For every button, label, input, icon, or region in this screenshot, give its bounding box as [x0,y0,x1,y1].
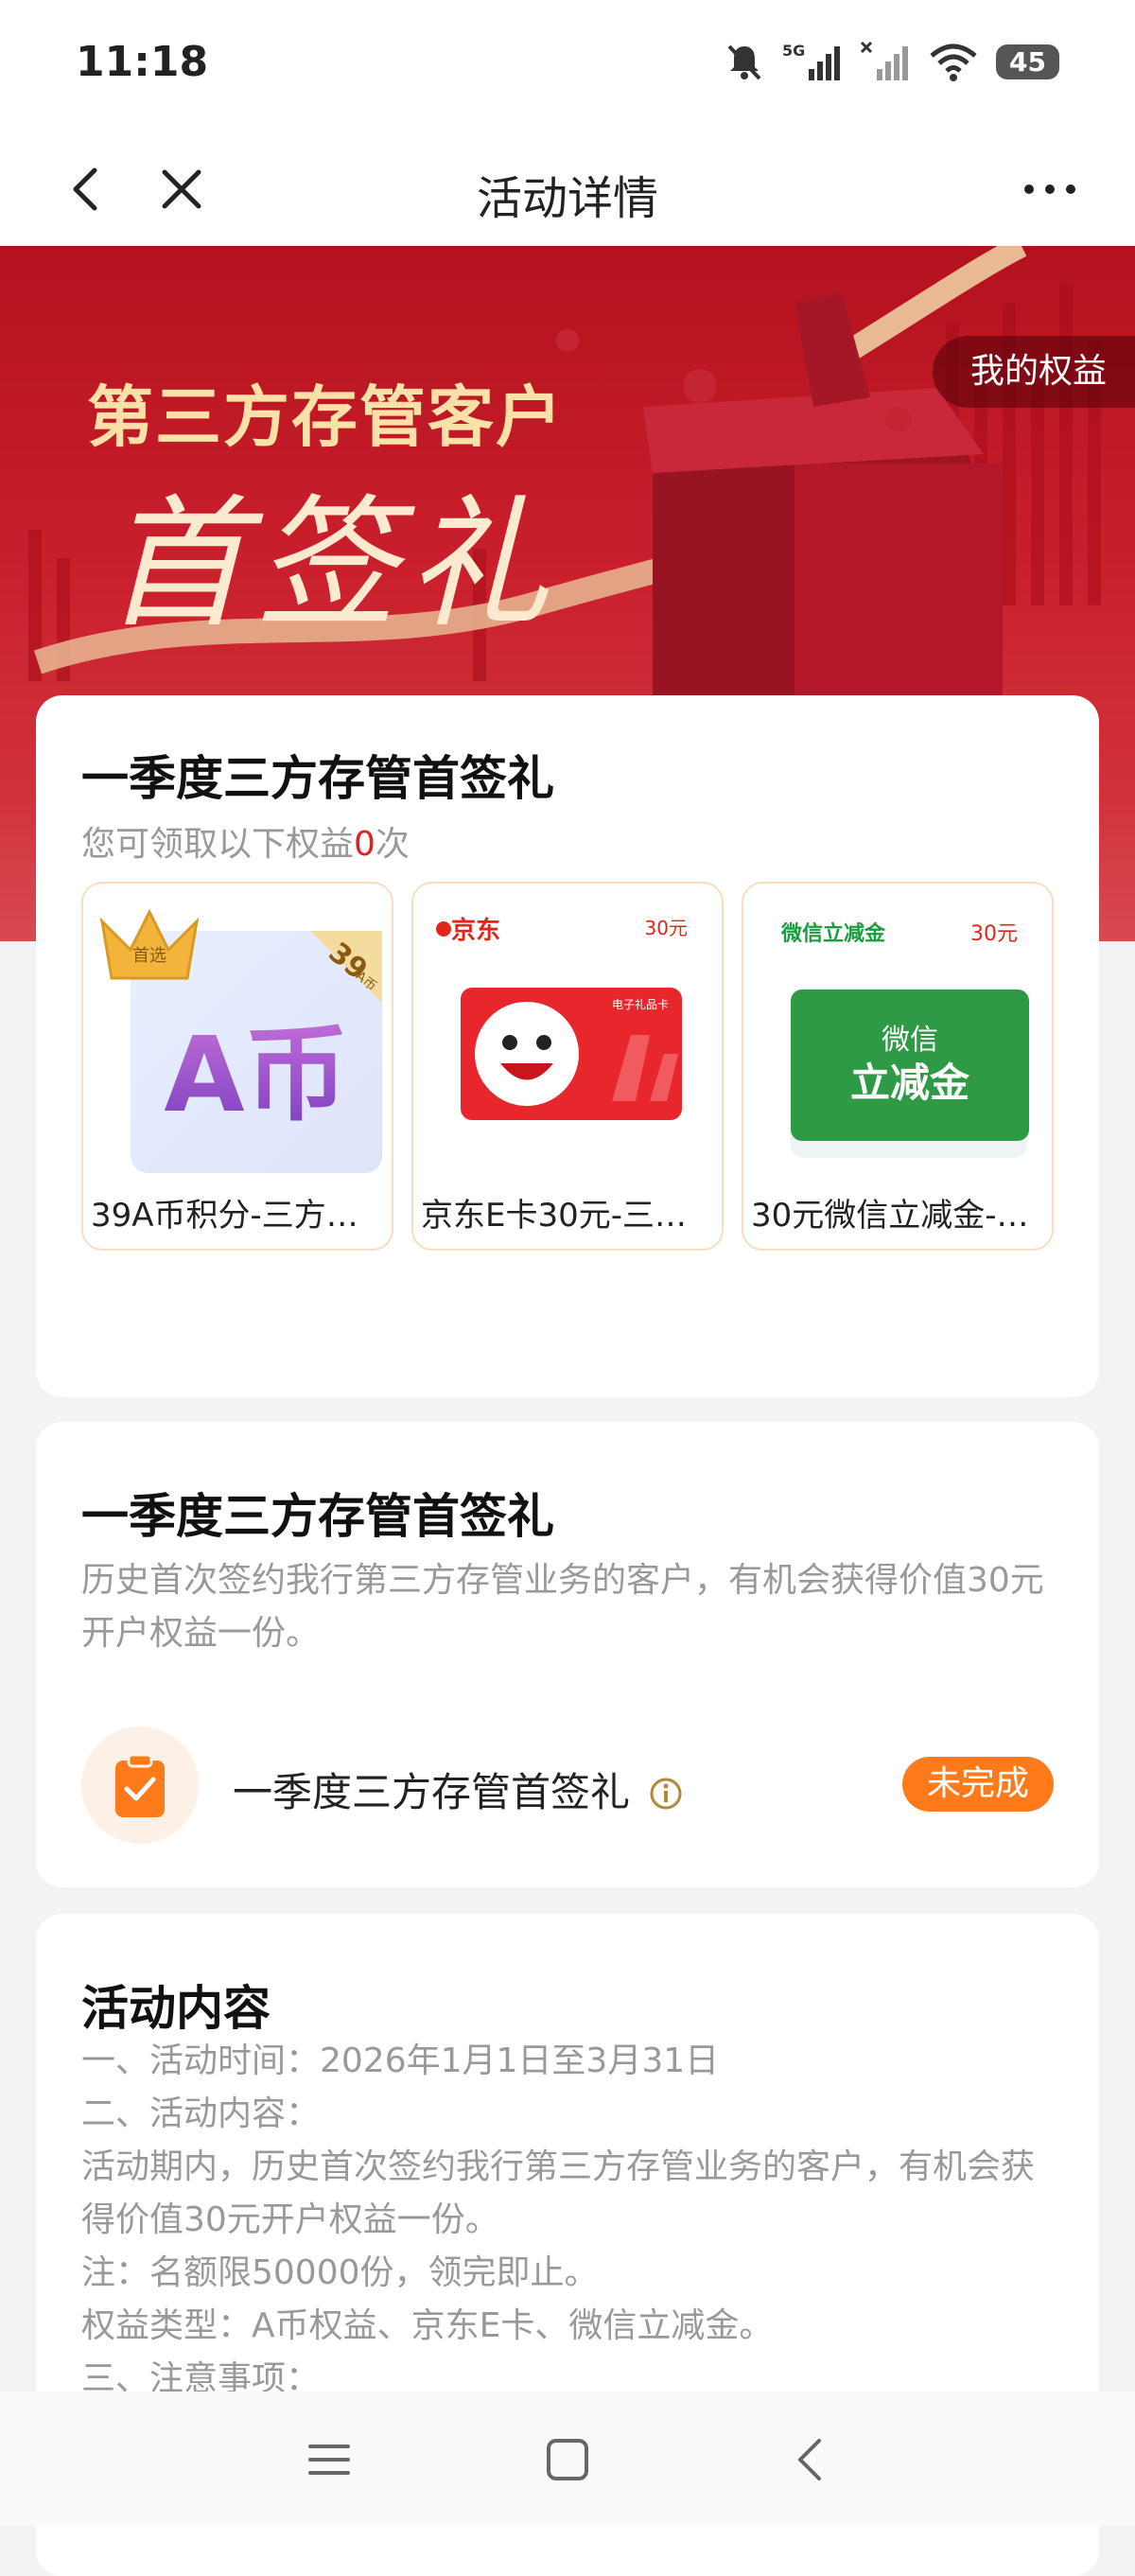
page-title: 活动详情 [476,172,658,225]
home-icon[interactable] [541,2433,594,2486]
reward-item-jd-ecard[interactable]: 京东 30元 电子礼品卡 京东E卡30元-三方… [411,882,724,1251]
svg-text:30元: 30元 [645,917,688,939]
reward-label: 39A币积分-三方存管 [91,1197,384,1235]
reward-list: 首选 39 A币 A币 39A币积分-三方存管 京东 30元 电子礼品卡 京东E… [81,882,1054,1251]
svg-text:电子礼品卡: 电子礼品卡 [612,997,669,1011]
content-line: 二、活动内容： [81,2094,321,2133]
menu-icon[interactable] [303,2433,356,2486]
task-card-description: 历史首次签约我行第三方存管业务的客户，有机会获得价值30元开户权益一份。 [81,1561,1044,1653]
svg-text:京东: 京东 [451,916,500,945]
system-navigation-bar [0,2392,1135,2526]
reward-label: 京东E卡30元-三方… [421,1197,714,1235]
svg-text:A币: A币 [164,1014,348,1135]
svg-text:首选: 首选 [132,946,166,966]
wifi-icon [930,44,977,81]
mute-bell-icon [727,44,761,80]
wechat-coupon-image: 微信立减金 30元 微信 立减金 [780,921,1029,1158]
status-time: 11:18 [76,38,209,86]
task-icon-wrap [81,1726,199,1844]
signal-no-service-icon [860,41,909,80]
reward-item-wechat-coupon[interactable]: 微信立减金 30元 微信 立减金 30元微信立减金-… [742,882,1054,1251]
task-card-title: 一季度三方存管首签礼 [81,1489,554,1544]
signal-5g-icon: 5G [782,42,841,80]
info-icon[interactable] [648,1776,684,1812]
rewards-card-title: 一季度三方存管首签礼 [81,751,554,806]
status-icons: 5G 45 [724,38,1059,85]
activity-content-body: 一、活动时间：2026年1月1日至3月31日 二、活动内容： 活动期内，历史首次… [81,2035,1054,2406]
jd-ecard-image: 京东 30元 电子礼品卡 [436,916,688,1120]
top-nav-bar: 活动详情 [0,132,1135,246]
status-bar: 11:18 5G 45 [0,0,1135,132]
my-benefits-button[interactable]: 我的权益 [932,336,1135,408]
content-line: 活动期内，历史首次签约我行第三方存管业务的客户，有机会获得价值30元开户权益一份… [81,2147,1036,2239]
banner-main-title: 首签礼 [104,482,559,647]
rewards-remaining-text: 您可领取以下权益0次 [81,825,410,864]
a-coin-image: 首选 39 A币 A币 [99,908,382,1173]
more-options-icon[interactable] [1012,159,1088,219]
activity-content-title: 活动内容 [81,1981,271,2036]
clipboard-check-icon [115,1753,165,1817]
svg-text:30元: 30元 [970,922,1018,946]
content-line: 权益类型：A币权益、京东E卡、微信立减金。 [81,2306,774,2345]
banner-subtitle: 第三方存管客户 [87,378,564,456]
task-name: 一季度三方存管首签礼 [233,1761,684,1818]
task-item[interactable]: 一季度三方存管首签礼 未完成 [81,1726,1054,1844]
rewards-card: 一季度三方存管首签礼 您可领取以下权益0次 首选 39 A币 A币 39A币积分… [36,695,1099,1397]
back-icon[interactable] [785,2433,838,2486]
reward-label: 30元微信立减金-… [751,1197,1029,1235]
svg-text:微信立减金: 微信立减金 [780,921,886,946]
content-line: 一、活动时间：2026年1月1日至3月31日 [81,2042,720,2080]
svg-text:微信: 微信 [882,1024,938,1057]
rewards-remaining-count: 0 [354,825,375,864]
battery-indicator: 45 [996,44,1059,79]
svg-text:5G: 5G [782,42,805,60]
task-status-badge: 未完成 [901,1757,1054,1812]
content-line: 注：名额限50000份，领完即止。 [81,2253,599,2292]
task-card: 一季度三方存管首签礼 历史首次签约我行第三方存管业务的客户，有机会获得价值30元… [36,1422,1099,1887]
svg-text:立减金: 立减金 [850,1060,970,1106]
reward-item-a-coin[interactable]: 首选 39 A币 A币 39A币积分-三方存管 [81,882,393,1251]
